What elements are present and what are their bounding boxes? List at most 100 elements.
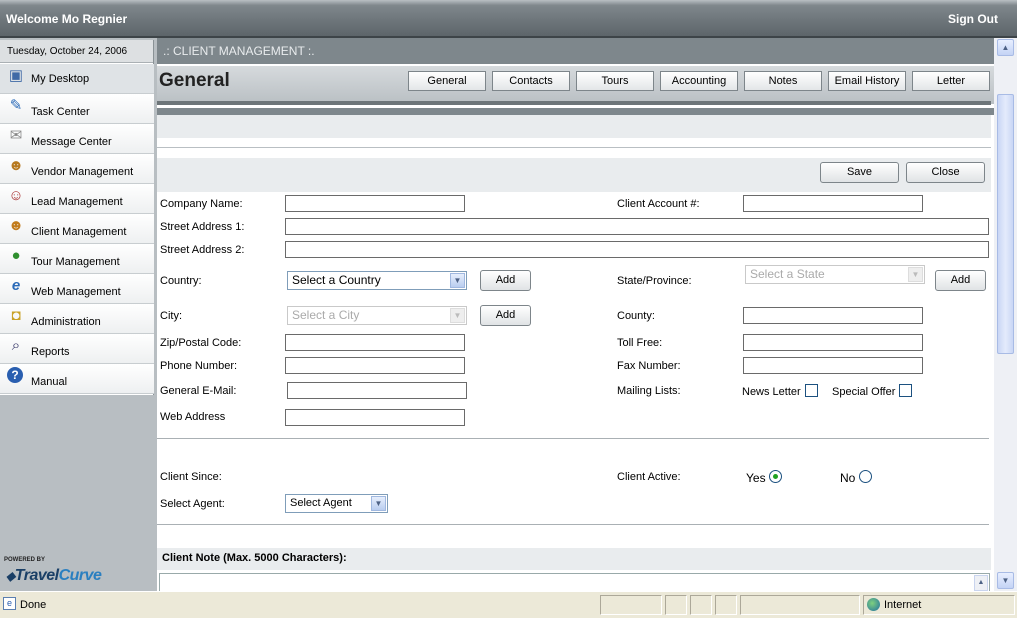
- status-cell: [740, 595, 860, 615]
- sidebar-item-web-management[interactable]: e Web Management: [0, 274, 154, 304]
- email-field[interactable]: [287, 382, 467, 399]
- city-label: City:: [160, 310, 182, 322]
- county-label: County:: [617, 310, 655, 322]
- state-select-value: Select a State: [750, 267, 825, 281]
- divider: [157, 147, 991, 148]
- special-offer-checkbox[interactable]: [899, 384, 912, 397]
- radio-selected-dot: [773, 474, 778, 479]
- tab-notes[interactable]: Notes: [744, 71, 822, 91]
- sidebar-item-label: Web Management: [31, 286, 121, 298]
- sign-out-link[interactable]: Sign Out: [948, 12, 998, 26]
- sidebar-item-vendor-management[interactable]: ☻ Vendor Management: [0, 154, 154, 184]
- sidebar-item-label: Reports: [31, 346, 70, 358]
- sidebar-item-label: Tour Management: [31, 256, 120, 268]
- powered-by-label: POWERED BY: [4, 557, 46, 563]
- street-address-1-label: Street Address 1:: [160, 221, 245, 233]
- web-address-field[interactable]: [285, 409, 465, 426]
- add-city-button[interactable]: Add: [480, 305, 531, 326]
- yes-label: Yes: [746, 471, 766, 485]
- client-icon: ☻: [8, 217, 24, 234]
- street-address-2-label: Street Address 2:: [160, 244, 245, 256]
- chevron-up-icon[interactable]: ▲: [974, 575, 988, 591]
- divider: [157, 108, 994, 115]
- sidebar-item-label: Message Center: [31, 136, 112, 148]
- email-label: General E-Mail:: [160, 385, 237, 397]
- save-button[interactable]: Save: [820, 162, 899, 183]
- help-icon: ?: [7, 367, 23, 383]
- lock-icon: ◘: [11, 307, 21, 324]
- sidebar-item-client-management[interactable]: ☻ Client Management: [0, 214, 154, 244]
- status-cell: [715, 595, 737, 615]
- section-header: .: CLIENT MANAGEMENT :.: [157, 38, 994, 64]
- sidebar-item-manual[interactable]: ? Manual: [0, 364, 154, 394]
- sidebar-item-task-center[interactable]: ✎ Task Center: [0, 94, 154, 124]
- add-state-button[interactable]: Add: [935, 270, 986, 291]
- fax-field[interactable]: [743, 357, 923, 374]
- country-label: Country:: [160, 275, 202, 287]
- add-country-button[interactable]: Add: [480, 270, 531, 291]
- scrollbar-thumb[interactable]: [997, 94, 1014, 354]
- city-select[interactable]: Select a City ▼: [287, 306, 467, 325]
- select-agent-label: Select Agent:: [160, 498, 225, 510]
- sidebar-item-reports[interactable]: ⌕ Reports: [0, 334, 154, 364]
- tab-general[interactable]: General: [408, 71, 486, 91]
- close-button[interactable]: Close: [906, 162, 985, 183]
- date-display: Tuesday, October 24, 2006: [0, 40, 153, 63]
- chevron-down-icon: ▼: [908, 267, 923, 282]
- tab-letter[interactable]: Letter: [912, 71, 990, 91]
- special-offer-label: Special Offer: [832, 386, 896, 398]
- client-account-field[interactable]: [743, 195, 923, 212]
- chevron-down-icon: ▼: [450, 308, 465, 323]
- web-address-label: Web Address: [160, 411, 226, 423]
- client-note-textarea[interactable]: ▲: [159, 573, 990, 591]
- status-zone-cell: Internet: [863, 595, 1015, 615]
- chevron-down-icon: ▼: [371, 496, 386, 511]
- country-select[interactable]: Select a Country ▼: [287, 271, 467, 290]
- newsletter-label: News Letter: [742, 386, 801, 398]
- street-address-2-field[interactable]: [285, 241, 989, 258]
- divider: [157, 524, 989, 525]
- client-active-no-radio[interactable]: [859, 470, 872, 483]
- sidebar-item-tour-management[interactable]: ● Tour Management: [0, 244, 154, 274]
- page-done-icon: e: [3, 597, 16, 610]
- company-name-field[interactable]: [285, 195, 465, 212]
- state-province-label: State/Province:: [617, 275, 692, 287]
- client-active-yes-radio[interactable]: [769, 470, 782, 483]
- newsletter-checkbox[interactable]: [805, 384, 818, 397]
- client-active-label: Client Active:: [617, 471, 681, 483]
- sidebar-item-lead-management[interactable]: ☺ Lead Management: [0, 184, 154, 214]
- tab-email-history[interactable]: Email History: [828, 71, 906, 91]
- tab-accounting[interactable]: Accounting: [660, 71, 738, 91]
- page-scrollbar[interactable]: ▲ ▼: [994, 38, 1017, 591]
- travelcurve-logo: ◆TravelCurve: [6, 567, 102, 584]
- tab-tours[interactable]: Tours: [576, 71, 654, 91]
- client-note-label: Client Note (Max. 5000 Characters):: [162, 552, 347, 564]
- chevron-down-icon: ▼: [450, 273, 465, 288]
- logo-text-travel: Travel: [14, 567, 59, 584]
- phone-field[interactable]: [285, 357, 465, 374]
- status-cell: [690, 595, 712, 615]
- client-since-label: Client Since:: [160, 471, 222, 483]
- scroll-down-button[interactable]: ▼: [997, 572, 1014, 589]
- zone-text: Internet: [884, 599, 922, 611]
- mailing-lists-label: Mailing Lists:: [617, 385, 681, 397]
- vendor-icon: ☻: [8, 157, 24, 174]
- ie-icon: e: [11, 277, 21, 294]
- logo-text-curve: Curve: [58, 567, 102, 584]
- sidebar-item-label: Task Center: [31, 106, 90, 118]
- agent-select[interactable]: Select Agent ▼: [285, 494, 388, 513]
- state-select[interactable]: Select a State ▼: [745, 265, 925, 284]
- street-address-1-field[interactable]: [285, 218, 989, 235]
- sidebar-item-message-center[interactable]: ✉ Message Center: [0, 124, 154, 154]
- county-field[interactable]: [743, 307, 923, 324]
- scroll-up-button[interactable]: ▲: [997, 39, 1014, 56]
- city-select-value: Select a City: [292, 308, 360, 322]
- welcome-text: Welcome Mo Regnier: [6, 12, 128, 26]
- sidebar-item-label: Lead Management: [31, 196, 123, 208]
- toll-free-field[interactable]: [743, 334, 923, 351]
- sidebar-item-administration[interactable]: ◘ Administration: [0, 304, 154, 334]
- zip-field[interactable]: [285, 334, 465, 351]
- sidebar-item-my-desktop[interactable]: ▣ My Desktop: [0, 64, 154, 94]
- tab-contacts[interactable]: Contacts: [492, 71, 570, 91]
- company-name-label: Company Name:: [160, 198, 243, 210]
